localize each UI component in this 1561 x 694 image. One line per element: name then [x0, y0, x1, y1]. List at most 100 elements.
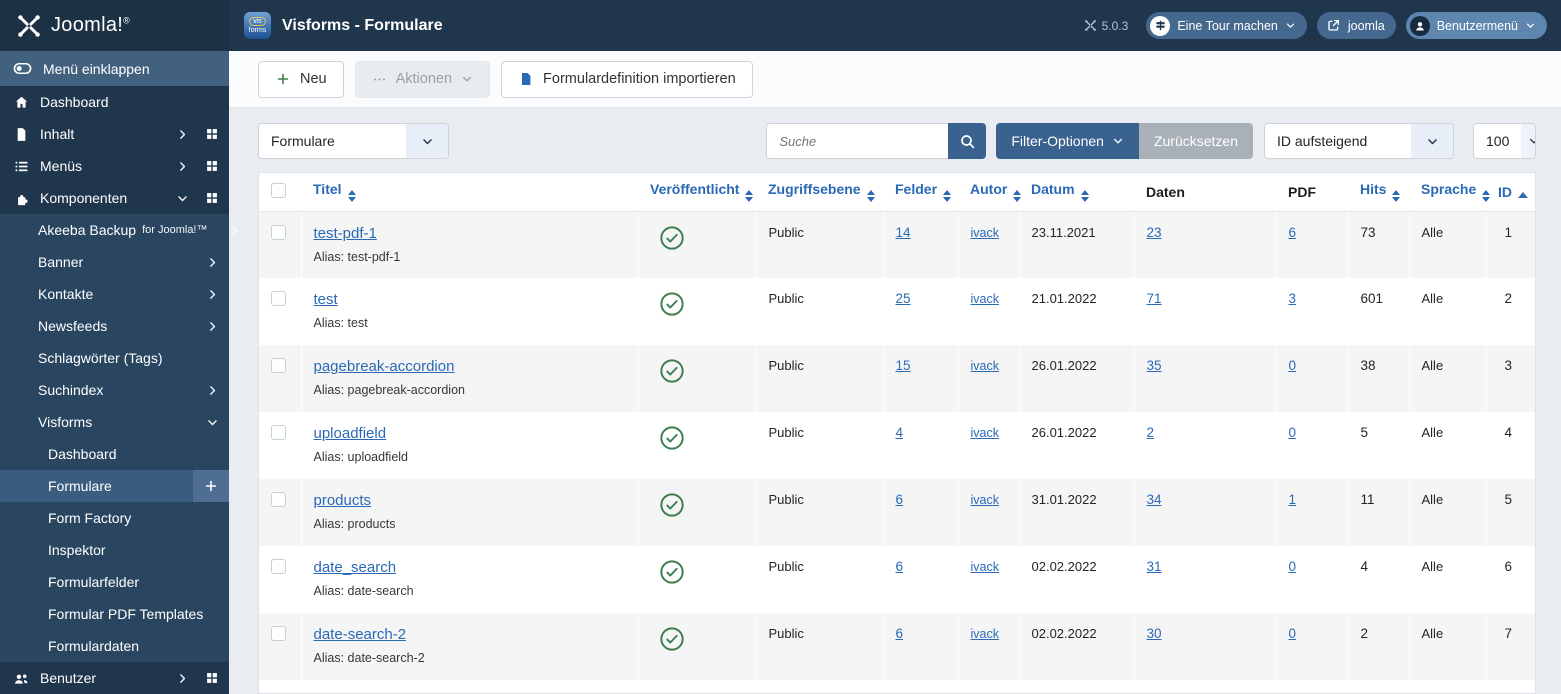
column-header-autor[interactable]: Autor: [958, 173, 1022, 212]
sidebar-item-schlagwörter-tags[interactable]: Schlagwörter (Tags): [0, 342, 229, 374]
form-title-link[interactable]: uploadfield: [314, 425, 387, 442]
data-count-link[interactable]: 31: [1147, 559, 1162, 574]
row-checkbox[interactable]: [271, 358, 286, 373]
published-check-icon[interactable]: [659, 492, 744, 518]
pdf-count-link[interactable]: 3: [1289, 291, 1297, 306]
reset-button[interactable]: Zurücksetzen: [1138, 123, 1253, 159]
search-button[interactable]: [948, 123, 987, 159]
grid-icon[interactable]: [205, 671, 219, 685]
data-count-link[interactable]: 23: [1147, 225, 1162, 240]
sidebar-item-formulare[interactable]: Formulare: [0, 470, 229, 502]
sidebar-item-inspektor[interactable]: Inspektor: [0, 534, 229, 566]
column-header-id[interactable]: ID: [1486, 173, 1535, 212]
filter-options-button[interactable]: Filter-Optionen: [996, 123, 1139, 159]
row-checkbox[interactable]: [271, 626, 286, 641]
author-link[interactable]: ivack: [971, 493, 999, 507]
sort-select[interactable]: ID aufsteigend: [1264, 123, 1454, 159]
pdf-count-link[interactable]: 0: [1289, 358, 1297, 373]
sidebar-item-formular-pdf-templates[interactable]: Formular PDF Templates: [0, 598, 229, 630]
sidebar-item-menüs[interactable]: Menüs: [0, 150, 229, 182]
row-checkbox[interactable]: [271, 559, 286, 574]
author-link[interactable]: ivack: [971, 292, 999, 306]
pdf-count-link[interactable]: 6: [1289, 225, 1297, 240]
row-checkbox[interactable]: [271, 425, 286, 440]
form-title-link[interactable]: products: [314, 492, 372, 509]
sidebar-item-dashboard[interactable]: Dashboard: [0, 438, 229, 470]
sidebar-item-banner[interactable]: Banner: [0, 246, 229, 278]
view-select[interactable]: Formulare: [258, 123, 449, 159]
new-button[interactable]: Neu: [258, 60, 344, 98]
author-cell: ivack: [957, 345, 1019, 412]
form-title-link[interactable]: test-pdf-1: [314, 225, 377, 242]
fields-count-link[interactable]: 15: [896, 358, 911, 373]
site-preview-button[interactable]: joomla: [1316, 12, 1396, 39]
row-checkbox[interactable]: [271, 291, 286, 306]
sidebar-item-dashboard[interactable]: Dashboard: [0, 86, 229, 118]
form-title-link[interactable]: test: [314, 291, 338, 308]
fields-count-link[interactable]: 6: [896, 492, 904, 507]
pdf-count-link[interactable]: 0: [1289, 559, 1297, 574]
published-check-icon[interactable]: [659, 626, 744, 652]
data-count-link[interactable]: 34: [1147, 492, 1162, 507]
pdf-count-link[interactable]: 0: [1289, 425, 1297, 440]
pdf-count-link[interactable]: 1: [1289, 492, 1297, 507]
sidebar-item-newsfeeds[interactable]: Newsfeeds: [0, 310, 229, 342]
grid-icon[interactable]: [205, 159, 219, 173]
actions-button[interactable]: Aktionen: [354, 60, 491, 98]
row-checkbox[interactable]: [271, 224, 286, 240]
grid-icon[interactable]: [205, 191, 219, 205]
published-check-icon[interactable]: [659, 425, 744, 451]
select-all-checkbox[interactable]: [271, 182, 286, 198]
add-form-button[interactable]: [193, 470, 229, 502]
sidebar-item-benutzer[interactable]: Benutzer: [0, 662, 229, 694]
fields-count-link[interactable]: 4: [896, 425, 904, 440]
tour-button[interactable]: Eine Tour machen: [1146, 12, 1307, 39]
sidebar-item-form-factory[interactable]: Form Factory: [0, 502, 229, 534]
sidebar-item-suchindex[interactable]: Suchindex: [0, 374, 229, 406]
limit-select[interactable]: 100: [1473, 123, 1536, 159]
sidebar-item-akeeba-backup[interactable]: Akeeba Backup for Joomla!™: [0, 214, 229, 246]
user-menu-button[interactable]: Benutzermenü: [1405, 12, 1547, 39]
sidebar-item-visforms[interactable]: Visforms: [0, 406, 229, 438]
author-link[interactable]: ivack: [971, 560, 999, 574]
sidebar-item-kontakte[interactable]: Kontakte: [0, 278, 229, 310]
author-link[interactable]: ivack: [971, 426, 999, 440]
sidebar-item-inhalt[interactable]: Inhalt: [0, 118, 229, 150]
column-header-hits[interactable]: Hits: [1348, 173, 1409, 212]
form-title-link[interactable]: date_search: [314, 559, 397, 576]
sidebar-item-formularfelder[interactable]: Formularfelder: [0, 566, 229, 598]
title-cell: test Alias: test: [300, 278, 638, 345]
published-check-icon[interactable]: [659, 291, 744, 317]
menu-collapse-toggle[interactable]: Menü einklappen: [0, 51, 229, 86]
fields-count-link[interactable]: 6: [896, 559, 904, 574]
sidebar-item-formulardaten[interactable]: Formulardaten: [0, 630, 229, 662]
published-check-icon[interactable]: [659, 559, 744, 585]
pdf-count-link[interactable]: 0: [1289, 626, 1297, 641]
fields-count-link[interactable]: 6: [896, 626, 904, 641]
data-count-link[interactable]: 2: [1147, 425, 1155, 440]
column-header-felder[interactable]: Felder: [883, 173, 958, 212]
column-header-titel[interactable]: Titel: [301, 173, 638, 212]
author-link[interactable]: ivack: [971, 359, 999, 373]
form-title-link[interactable]: date-search-2: [314, 626, 407, 643]
fields-count-link[interactable]: 14: [896, 225, 911, 240]
column-header-datum[interactable]: Datum: [1019, 173, 1134, 212]
grid-icon[interactable]: [205, 127, 219, 141]
published-check-icon[interactable]: [659, 358, 744, 384]
sidebar-item-komponenten[interactable]: Komponenten: [0, 182, 229, 214]
row-checkbox[interactable]: [271, 492, 286, 507]
search-input[interactable]: [766, 123, 949, 159]
fields-count-link[interactable]: 25: [896, 291, 911, 306]
data-count-link[interactable]: 30: [1147, 626, 1162, 641]
import-form-definition-button[interactable]: Formulardefinition importieren: [501, 60, 753, 98]
data-count-link[interactable]: 35: [1147, 358, 1162, 373]
column-header-veröffentlicht[interactable]: Veröffentlicht: [638, 173, 756, 212]
author-link[interactable]: ivack: [971, 627, 999, 641]
author-cell: ivack: [957, 479, 1019, 546]
data-count-link[interactable]: 71: [1147, 291, 1162, 306]
author-link[interactable]: ivack: [971, 226, 999, 240]
form-title-link[interactable]: pagebreak-accordion: [314, 358, 455, 375]
column-header-zugriffsebene[interactable]: Zugriffsebene: [756, 173, 883, 212]
published-check-icon[interactable]: [659, 225, 744, 251]
column-header-sprache[interactable]: Sprache: [1409, 173, 1491, 212]
